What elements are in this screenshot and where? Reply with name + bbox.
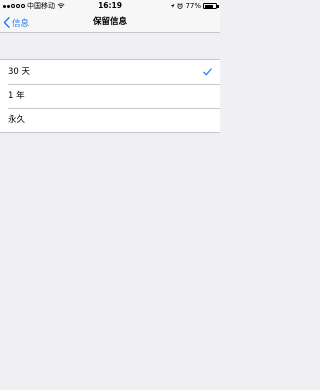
page-title: 保留信息 — [92, 17, 127, 27]
option-1-year[interactable]: 1 年 — [0, 84, 220, 108]
retention-options-list: 30 天 1 年 永久 — [0, 59, 220, 133]
option-label: 永久 — [8, 115, 26, 125]
option-30-days[interactable]: 30 天 — [0, 60, 220, 84]
status-bar: 中国移动 16:19 77% — [0, 0, 220, 12]
battery-icon — [203, 3, 219, 9]
location-icon — [170, 4, 175, 8]
checkmark-icon — [203, 68, 212, 76]
option-forever[interactable]: 永久 — [0, 108, 220, 132]
option-label: 1 年 — [8, 91, 25, 101]
option-label: 30 天 — [8, 67, 31, 77]
battery-fill — [204, 4, 213, 8]
battery-percentage: 77% — [185, 2, 201, 10]
navigation-bar: 信息 保留信息 — [0, 12, 220, 33]
status-right: 77% — [170, 0, 219, 12]
alarm-icon — [177, 3, 184, 9]
